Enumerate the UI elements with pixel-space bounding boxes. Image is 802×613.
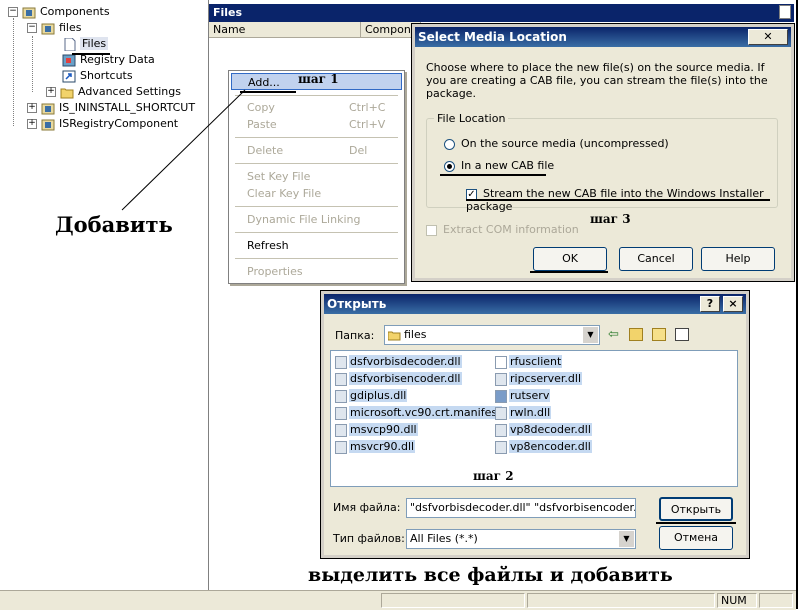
dll-file-icon xyxy=(335,389,347,403)
checkbox-icon xyxy=(426,224,437,236)
folder-select[interactable]: files ▼ xyxy=(384,325,600,345)
select-media-location-dialog: Select Media Location ✕ Choose where to … xyxy=(411,23,795,282)
media-description: Choose where to place the new file(s) on… xyxy=(426,61,768,100)
file-item[interactable]: microsoft.vc90.crt.manifest xyxy=(335,405,503,421)
cancel-button[interactable]: Cancel xyxy=(619,247,693,271)
filetype-label: Тип файлов: xyxy=(333,532,405,545)
file-list[interactable]: dsfvorbisdecoder.dll dsfvorbisencoder.dl… xyxy=(330,350,738,487)
status-cell xyxy=(527,593,715,608)
exe-file-icon xyxy=(495,355,507,369)
file-item[interactable]: vp8encoder.dll xyxy=(495,439,592,455)
status-cell xyxy=(381,593,525,608)
dll-file-icon xyxy=(495,406,507,420)
close-icon[interactable]: ✕ xyxy=(748,29,788,45)
dll-file-icon xyxy=(335,423,347,437)
exe-file-icon xyxy=(495,389,507,403)
file-item[interactable]: msvcr90.dll xyxy=(335,439,416,455)
file-item[interactable]: ripcserver.dll xyxy=(495,371,583,387)
new-folder-icon[interactable] xyxy=(652,328,666,341)
extract-com-checkbox[interactable]: Extract COM information xyxy=(426,223,579,236)
dll-file-icon xyxy=(495,423,507,437)
radio-icon xyxy=(444,138,455,150)
status-bar: NUM xyxy=(0,590,796,610)
step3-annotation: шаг 3 xyxy=(590,212,631,226)
close-icon[interactable]: × xyxy=(723,296,743,312)
file-item[interactable]: dsfvorbisencoder.dll xyxy=(335,371,462,387)
file-item[interactable]: gdiplus.dll xyxy=(335,388,408,404)
ok-button[interactable]: OK xyxy=(533,247,607,271)
manifest-file-icon xyxy=(335,406,347,420)
add-annotation: Добавить xyxy=(55,212,173,237)
file-item[interactable]: vp8decoder.dll xyxy=(495,422,592,438)
folder-icon xyxy=(387,329,401,342)
cancel-button[interactable]: Отмена xyxy=(659,526,733,550)
filename-input[interactable]: "dsfvorbisdecoder.dll" "dsfvorbisencoder… xyxy=(406,498,636,518)
chevron-down-icon[interactable]: ▼ xyxy=(583,327,598,343)
open-button[interactable]: Открыть xyxy=(659,497,733,521)
dll-file-icon xyxy=(495,372,507,386)
step2-annotation: шаг 2 xyxy=(473,469,514,483)
folder-label: Папка: xyxy=(335,329,375,342)
dll-file-icon xyxy=(335,355,347,369)
help-button[interactable]: Help xyxy=(701,247,775,271)
file-item[interactable]: rwln.dll xyxy=(495,405,552,421)
help-icon[interactable]: ? xyxy=(700,296,720,312)
dll-file-icon xyxy=(495,440,507,454)
dll-file-icon xyxy=(335,440,347,454)
radio-cab-file[interactable]: In a new CAB file xyxy=(444,159,554,172)
status-cell xyxy=(759,593,793,608)
file-item[interactable]: rutserv xyxy=(495,388,551,404)
checkbox-checked-icon: ✓ xyxy=(466,188,477,200)
stream-underline xyxy=(466,199,770,201)
file-item[interactable]: rfusclient xyxy=(495,354,563,370)
num-lock-indicator: NUM xyxy=(717,593,757,608)
up-folder-icon[interactable] xyxy=(629,328,643,341)
ok-underline xyxy=(530,271,608,273)
dialog-title: Открыть xyxy=(324,294,746,314)
chevron-down-icon[interactable]: ▼ xyxy=(619,531,634,547)
back-icon[interactable]: ⇦ xyxy=(608,328,622,342)
dll-file-icon xyxy=(335,372,347,386)
filetype-select[interactable]: All Files (*.*) ▼ xyxy=(406,529,636,549)
file-item[interactable]: dsfvorbisdecoder.dll xyxy=(335,354,462,370)
filename-label: Имя файла: xyxy=(333,501,401,514)
dialog-title: Select Media Location xyxy=(415,27,791,47)
file-item[interactable]: msvcp90.dll xyxy=(335,422,418,438)
radio-selected-icon xyxy=(444,160,455,172)
footer-annotation: выделить все файлы и добавить xyxy=(308,564,673,586)
radio-uncompressed[interactable]: On the source media (uncompressed) xyxy=(444,137,669,150)
cab-underline xyxy=(440,174,546,176)
file-location-label: File Location xyxy=(434,112,509,125)
view-menu-icon[interactable] xyxy=(675,328,689,341)
open-underline xyxy=(656,522,736,524)
